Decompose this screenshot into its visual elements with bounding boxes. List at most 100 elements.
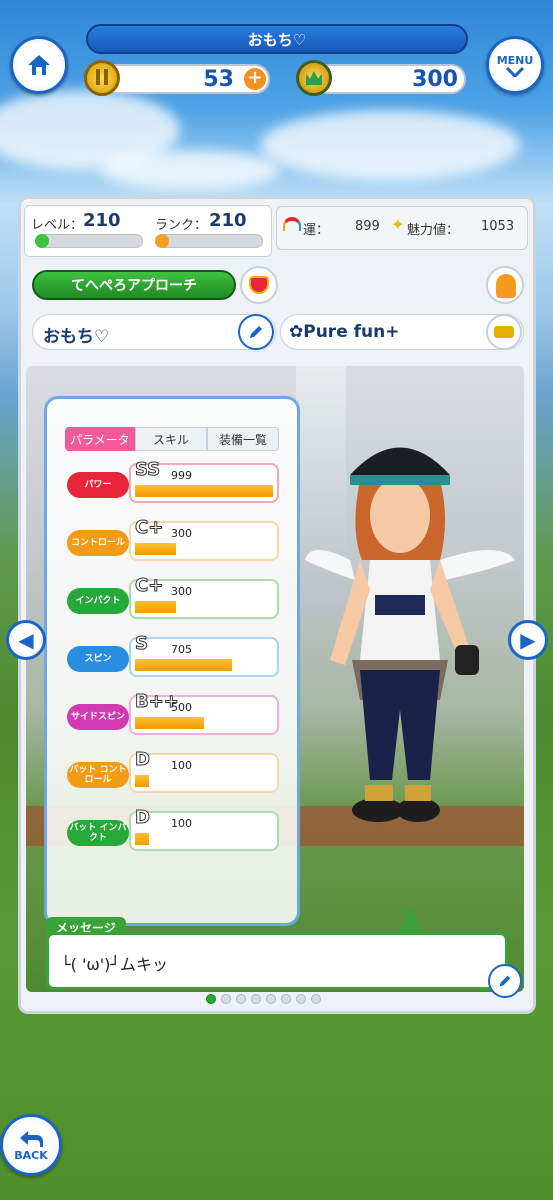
pencil-icon (499, 975, 511, 987)
gem-counter: 300 (312, 64, 466, 94)
menu-button[interactable]: MENU (486, 36, 544, 94)
parameter-fill (135, 543, 177, 555)
rainbow-icon (283, 217, 301, 231)
tab-parameters[interactable]: パラメータ (65, 427, 135, 451)
edit-nickname-button[interactable] (238, 314, 274, 350)
player-name-bar: おもち♡ (86, 24, 468, 54)
parameter-fill (135, 833, 149, 845)
tab-equipment-label: 装備一覧 (218, 432, 267, 447)
page-dot[interactable] (251, 994, 261, 1004)
parameter-row: パワー SS 999 (67, 459, 281, 503)
parameter-label: インパクト (67, 588, 129, 614)
back-label: BACK (14, 1148, 48, 1162)
level-value: 210 (83, 210, 121, 231)
club-icon[interactable] (486, 314, 522, 350)
page-dot[interactable] (296, 994, 306, 1004)
tab-equipment[interactable]: 装備一覧 (207, 427, 279, 451)
rank-value: 210 (209, 210, 247, 231)
tab-parameters-label: パラメータ (70, 432, 130, 447)
parameter-meter: SS 999 (129, 459, 279, 503)
parameter-label: バット コントロール (67, 762, 129, 788)
page-dot[interactable] (206, 994, 216, 1004)
coin-amount: 53 (203, 67, 234, 92)
parameter-fill (135, 717, 204, 729)
parameter-meter: C+ 300 (129, 517, 279, 561)
parameter-label: スピン (67, 646, 129, 672)
level-label: レベル： (31, 218, 84, 233)
pencil-icon (250, 326, 262, 338)
parameter-meter: B++ 500 (129, 691, 279, 735)
home-icon (28, 55, 50, 75)
chevron-down-icon (506, 66, 524, 77)
parameter-label: パワー (67, 472, 129, 498)
back-arrow-icon (20, 1130, 43, 1147)
parameter-grade: C+ (134, 575, 164, 597)
parameter-grade: SS (134, 459, 161, 481)
next-page-button[interactable]: ▶ (508, 620, 548, 660)
parameter-value: 300 (171, 585, 192, 598)
player-name: おもち♡ (247, 30, 307, 49)
crest-icon (240, 266, 278, 304)
parameter-value: 100 (171, 817, 192, 830)
parameter-grade: D (135, 749, 151, 771)
home-button[interactable] (10, 36, 68, 94)
title-badge: てへぺろアプローチ (32, 270, 236, 300)
parameter-fill (135, 485, 273, 497)
avatar-character (305, 447, 515, 822)
page-dot[interactable] (236, 994, 246, 1004)
edit-message-button[interactable] (488, 964, 522, 998)
message-box: └( 'ω')┘ムキッ (46, 932, 508, 990)
menu-label: MENU (496, 53, 534, 67)
coin-icon (84, 60, 120, 96)
page-dot[interactable] (221, 994, 231, 1004)
parameter-meter: C+ 300 (129, 575, 279, 619)
page-dot[interactable] (311, 994, 321, 1004)
add-coins-button[interactable]: + (244, 68, 266, 90)
page-dot[interactable] (281, 994, 291, 1004)
parameter-card: パラメータ スキル 装備一覧 パワー SS 999 コントロール C+ 300 インパクト C… (44, 396, 300, 926)
parameter-label: バット インパクト (67, 820, 129, 846)
charm-value: 1053 (481, 219, 515, 234)
chevron-left-icon: ◀ (18, 628, 34, 652)
parameter-value: 300 (171, 527, 192, 540)
prev-page-button[interactable]: ◀ (6, 620, 46, 660)
parameter-meter: D 100 (129, 807, 279, 851)
page-dot[interactable] (266, 994, 276, 1004)
title-badge-label: てへぺろアプローチ (71, 278, 197, 294)
luck-value: 899 (355, 219, 380, 234)
parameter-row: インパクト C+ 300 (67, 575, 281, 619)
tab-skills[interactable]: スキル (135, 427, 207, 451)
level-rank-box: レベル： 210 ランク： 210 (24, 205, 272, 257)
tab-skills-label: スキル (152, 432, 189, 447)
sparkle-icon: ✦ (391, 215, 405, 234)
parameter-grade: D (135, 807, 151, 829)
crown-medal-icon (296, 60, 332, 96)
nickname-text: おもち♡ (43, 327, 110, 347)
parameter-grade: S (135, 633, 149, 655)
luck-charm-box: 運： 899 ✦ 魅力値： 1053 (276, 206, 528, 250)
parameter-fill (135, 659, 232, 671)
rank-progress (155, 234, 263, 248)
chevron-right-icon: ▶ (520, 628, 536, 652)
parameter-fill (135, 775, 149, 787)
parameter-value: 500 (171, 701, 192, 714)
gem-amount: 300 (412, 67, 458, 92)
cloud (100, 150, 280, 190)
message-pointer (398, 906, 422, 934)
parameter-value: 100 (171, 759, 192, 772)
friend-icon[interactable] (486, 266, 524, 304)
charm-label: 魅力値： (407, 223, 460, 238)
cloud (260, 110, 520, 180)
parameter-row: スピン S 705 (67, 633, 281, 677)
parameter-row: サイドスピン B++ 500 (67, 691, 281, 735)
level-progress (35, 234, 143, 248)
rank-label: ランク： (155, 218, 208, 233)
parameter-value: 705 (171, 643, 192, 656)
message-text: └( 'ω')┘ムキッ (61, 955, 169, 974)
parameter-label: コントロール (67, 530, 129, 556)
parameter-label: サイドスピン (67, 704, 129, 730)
club-name-text: ✿Pure fun+ (289, 322, 400, 342)
back-button[interactable]: BACK (0, 1114, 62, 1176)
parameter-fill (135, 601, 177, 613)
luck-label: 運： (303, 223, 330, 238)
